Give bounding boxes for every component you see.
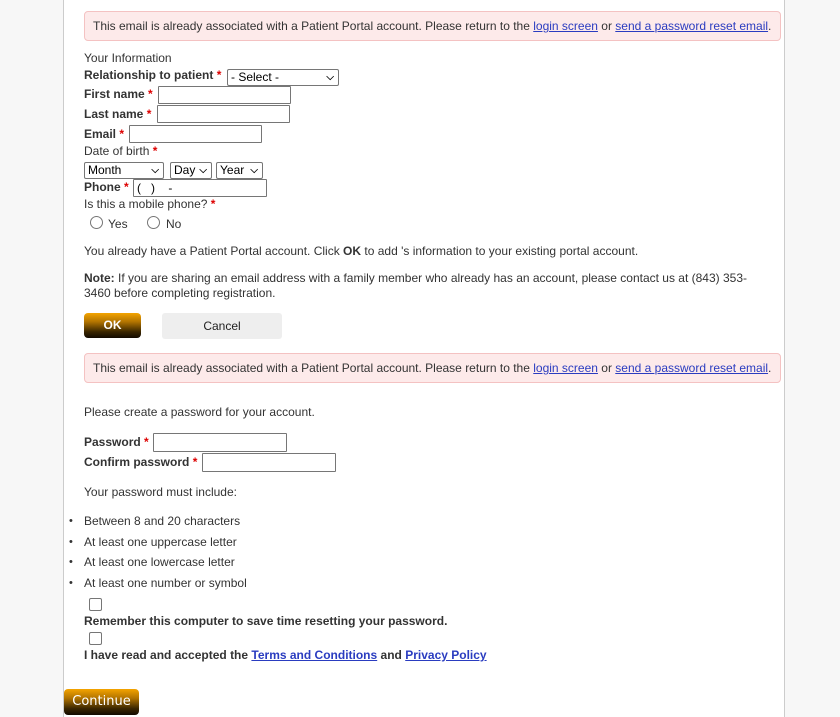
requirement-item: At least one lowercase letter bbox=[64, 555, 247, 576]
login-screen-link[interactable]: login screen bbox=[533, 361, 598, 375]
alert-text-or: or bbox=[597, 361, 616, 375]
confirm-password-input[interactable] bbox=[202, 453, 336, 472]
dob-label: Date of birth bbox=[84, 144, 150, 158]
existing-account-text: You already have a Patient Portal accoun… bbox=[84, 244, 344, 258]
requirement-item: At least one uppercase letter bbox=[64, 535, 247, 556]
note-label: Note: bbox=[84, 271, 115, 285]
phone-input[interactable] bbox=[133, 179, 267, 197]
chevron-down-icon: ⌵ bbox=[250, 165, 258, 176]
password-intro: Please create a password for your accoun… bbox=[84, 405, 315, 419]
requirement-item: At least one number or symbol bbox=[64, 576, 247, 597]
dob-label-row: Date of birth * bbox=[84, 144, 157, 158]
login-screen-link[interactable]: login screen bbox=[533, 19, 598, 33]
mobile-no-label[interactable]: No bbox=[166, 217, 181, 231]
alert-text: This email is already associated with a … bbox=[93, 19, 534, 33]
alert-text: This email is already associated with a … bbox=[93, 361, 534, 375]
alert-text-or: or bbox=[597, 19, 616, 33]
email-label-row: Email * bbox=[84, 127, 124, 141]
terms-link[interactable]: Terms and Conditions bbox=[251, 648, 377, 662]
terms-accept-checkbox[interactable] bbox=[89, 632, 102, 645]
dob-month-select[interactable]: Month ⌵ bbox=[84, 162, 164, 179]
relationship-select[interactable]: - Select - ⌵ bbox=[227, 69, 339, 86]
terms-label: I have read and accepted the Terms and C… bbox=[84, 648, 487, 662]
password-reset-link[interactable]: send a password reset email bbox=[615, 361, 768, 375]
first-name-label: First name bbox=[84, 87, 145, 101]
password-rules-title: Your password must include: bbox=[84, 485, 237, 499]
password-requirements-list: Between 8 and 20 characters At least one… bbox=[64, 514, 247, 596]
existing-account-text-end: to add 's information to your existing p… bbox=[361, 244, 639, 258]
relationship-label: Relationship to patient bbox=[84, 68, 214, 82]
email-exists-alert: This email is already associated with a … bbox=[84, 11, 781, 41]
dob-year-select[interactable]: Year ⌵ bbox=[216, 162, 263, 179]
terms-text: I have read and accepted the bbox=[84, 648, 252, 662]
required-asterisk: * bbox=[152, 144, 158, 158]
ok-button[interactable]: OK bbox=[84, 313, 141, 338]
required-asterisk: * bbox=[148, 87, 153, 101]
password-label-row: Password * bbox=[84, 435, 149, 449]
required-asterisk: * bbox=[124, 180, 129, 194]
password-label: Password bbox=[84, 435, 141, 449]
first-name-input[interactable] bbox=[158, 86, 291, 104]
ok-word: OK bbox=[343, 244, 362, 258]
alert-text-end: . bbox=[768, 19, 772, 33]
password-input[interactable] bbox=[153, 433, 287, 452]
confirm-password-label-row: Confirm password * bbox=[84, 455, 197, 469]
last-name-input[interactable] bbox=[157, 105, 290, 123]
first-name-label-row: First name * bbox=[84, 87, 153, 101]
email-input[interactable] bbox=[129, 125, 262, 143]
dob-year-value: Year bbox=[220, 163, 245, 177]
relationship-select-value: - Select - bbox=[231, 70, 280, 84]
required-asterisk: * bbox=[146, 107, 152, 121]
required-asterisk: * bbox=[216, 68, 222, 82]
chevron-down-icon: ⌵ bbox=[199, 165, 207, 176]
required-asterisk: * bbox=[192, 455, 198, 469]
section-title-your-information: Your Information bbox=[84, 51, 172, 65]
phone-label: Phone bbox=[84, 180, 121, 194]
sharing-note: Note: If you are sharing an email addres… bbox=[84, 271, 759, 301]
mobile-question-row: Is this a mobile phone? * bbox=[84, 197, 215, 211]
chevron-down-icon: ⌵ bbox=[151, 165, 159, 176]
phone-label-row: Phone * bbox=[84, 180, 129, 194]
registration-page: This email is already associated with a … bbox=[63, 0, 785, 717]
mobile-yes-label[interactable]: Yes bbox=[108, 217, 128, 231]
confirm-password-label: Confirm password bbox=[84, 455, 190, 469]
email-exists-alert-2: This email is already associated with a … bbox=[84, 353, 781, 383]
required-asterisk: * bbox=[144, 435, 149, 449]
requirement-item: Between 8 and 20 characters bbox=[64, 514, 247, 535]
remember-computer-checkbox[interactable] bbox=[89, 598, 102, 611]
password-reset-link[interactable]: send a password reset email bbox=[615, 19, 768, 33]
alert-text-end: . bbox=[768, 361, 772, 375]
existing-account-message: You already have a Patient Portal accoun… bbox=[84, 244, 638, 258]
dob-month-value: Month bbox=[88, 163, 122, 177]
continue-button[interactable]: Continue bbox=[64, 689, 139, 715]
dob-day-select[interactable]: Day ⌵ bbox=[170, 162, 212, 179]
required-asterisk: * bbox=[210, 197, 216, 211]
note-text: If you are sharing an email address with… bbox=[84, 271, 748, 300]
required-asterisk: * bbox=[119, 127, 125, 141]
dob-day-value: Day bbox=[174, 163, 196, 177]
mobile-yes-radio[interactable] bbox=[90, 216, 103, 229]
last-name-label: Last name bbox=[84, 107, 144, 121]
email-label: Email bbox=[84, 127, 117, 141]
relationship-label-row: Relationship to patient * bbox=[84, 68, 221, 82]
last-name-label-row: Last name * bbox=[84, 107, 151, 121]
mobile-no-radio[interactable] bbox=[147, 216, 160, 229]
chevron-down-icon: ⌵ bbox=[326, 72, 334, 83]
cancel-button[interactable]: Cancel bbox=[162, 313, 282, 339]
remember-computer-label: Remember this computer to save time rese… bbox=[84, 614, 448, 628]
privacy-policy-link[interactable]: Privacy Policy bbox=[405, 648, 486, 662]
terms-text-and: and bbox=[377, 648, 406, 662]
mobile-question-label: Is this a mobile phone? bbox=[84, 197, 208, 211]
